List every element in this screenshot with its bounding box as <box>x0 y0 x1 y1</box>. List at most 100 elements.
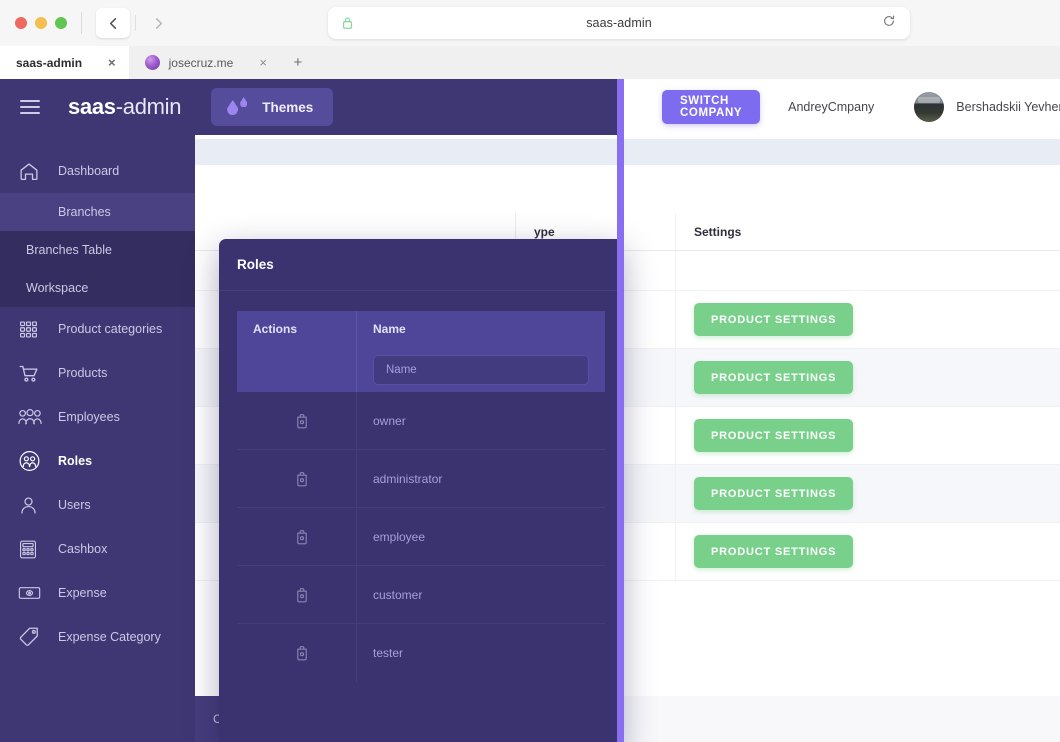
sidebar-item-label: Expense <box>58 586 107 600</box>
overlay-table-row[interactable]: customer <box>237 566 605 624</box>
overlay-table-row[interactable]: administrator <box>237 450 605 508</box>
sidebar-item-expense-category[interactable]: Expense Category <box>0 615 195 659</box>
app-logo[interactable]: saas-admin <box>68 94 182 120</box>
brand-light: -admin <box>115 94 182 119</box>
user-name[interactable]: Bershadskii Yevhenii <box>956 100 1060 114</box>
hamburger-menu-icon[interactable] <box>20 100 40 114</box>
overlay-cell-name: tester <box>357 624 605 682</box>
tab-label: saas-admin <box>16 55 83 70</box>
sidebar-item-label: Expense Category <box>58 630 161 644</box>
row-cell-settings: PRODUCT SETTINGS <box>675 523 1060 580</box>
filter-cell-settings <box>675 251 1060 290</box>
address-bar[interactable]: saas-admin <box>328 7 910 39</box>
close-window-button[interactable] <box>15 17 27 29</box>
product-settings-button[interactable]: PRODUCT SETTINGS <box>694 303 854 336</box>
row-cell-settings: PRODUCT SETTINGS <box>675 407 1060 464</box>
new-tab-button[interactable]: + <box>280 46 316 79</box>
breadcrumb <box>195 139 1060 165</box>
home-icon <box>18 159 46 183</box>
sidebar-item-products[interactable]: Products <box>0 351 195 395</box>
overlay-filter-actions <box>237 347 357 392</box>
maximize-window-button[interactable] <box>55 17 67 29</box>
trash-icon[interactable] <box>295 645 309 661</box>
overlay-cell-actions <box>237 450 357 507</box>
themes-button[interactable]: Themes <box>211 88 334 126</box>
overlay-table-row[interactable]: employee <box>237 508 605 566</box>
toolbar-divider <box>81 12 82 34</box>
overlay-filter-row: Name <box>237 347 605 392</box>
app-header: saas-admin Themes SWITCH COMPANY AndreyC… <box>0 79 1060 135</box>
sidebar-item-dashboard[interactable]: Dashboard <box>0 149 195 193</box>
nav-divider <box>135 15 136 31</box>
role-name: tester <box>373 646 404 660</box>
sidebar-item-label: Product categories <box>58 322 163 336</box>
sidebar-item-product-categories[interactable]: Product categories <box>0 307 195 351</box>
sidebar-item-branches[interactable]: Branches <box>0 193 195 231</box>
browser-tab-josecruz[interactable]: josecruz.me × <box>129 46 280 79</box>
sidebar-item-cashbox[interactable]: Cashbox <box>0 527 195 571</box>
sidebar-item-label: Dashboard <box>58 164 120 178</box>
sidebar-item-label: Cashbox <box>58 542 108 556</box>
cart-icon <box>18 361 46 385</box>
sidebar-item-expense[interactable]: Expense <box>0 571 195 615</box>
product-settings-button[interactable]: PRODUCT SETTINGS <box>694 477 854 510</box>
company-name[interactable]: AndreyCmpany <box>788 100 874 114</box>
app-header-left: saas-admin Themes <box>0 79 624 135</box>
sidebar-submenu-branches: Branches Table Workspace <box>0 231 195 307</box>
banknote-icon <box>18 581 46 605</box>
overlay-cell-name: employee <box>357 508 605 565</box>
row-cell-settings: PRODUCT SETTINGS <box>675 349 1060 406</box>
forward-arrow-icon[interactable] <box>141 8 175 38</box>
brand-bold: saas <box>68 94 116 119</box>
trash-icon[interactable] <box>295 587 309 603</box>
row-cell-settings: PRODUCT SETTINGS <box>675 291 1060 348</box>
sidebar-item-label: Roles <box>58 454 93 468</box>
tab-strip: saas-admin × josecruz.me × + <box>0 46 1060 79</box>
overlay-header-row: Actions Name <box>237 311 605 347</box>
product-settings-button[interactable]: PRODUCT SETTINGS <box>694 419 854 452</box>
sidebar-item-employees[interactable]: Employees <box>0 395 195 439</box>
water-drops-icon <box>227 97 249 117</box>
product-settings-button[interactable]: PRODUCT SETTINGS <box>694 535 854 568</box>
switch-company-button[interactable]: SWITCH COMPANY <box>662 90 761 124</box>
sidebar-item-branches-table[interactable]: Branches Table <box>0 231 195 269</box>
sidebar-item-workspace[interactable]: Workspace <box>0 269 195 307</box>
close-icon[interactable]: × <box>259 55 267 70</box>
trash-icon[interactable] <box>295 413 309 429</box>
overlay-table: Actions Name Name owner administrator em… <box>219 291 623 682</box>
overlay-table-row[interactable]: owner <box>237 392 605 450</box>
browser-tab-saas-admin[interactable]: saas-admin × <box>0 46 129 79</box>
trash-icon[interactable] <box>295 471 309 487</box>
sidebar-item-label: Branches Table <box>26 243 112 257</box>
product-settings-button[interactable]: PRODUCT SETTINGS <box>694 361 854 394</box>
role-name: employee <box>373 529 426 544</box>
browser-toolbar: saas-admin <box>0 0 1060 46</box>
tag-icon <box>18 625 46 649</box>
trash-icon[interactable] <box>295 529 309 545</box>
tab-label: josecruz.me <box>168 55 234 70</box>
overlay-title: Roles <box>219 239 623 291</box>
header-cell-settings[interactable]: Settings <box>675 213 1060 250</box>
sidebar-item-users[interactable]: Users <box>0 483 195 527</box>
close-icon[interactable]: × <box>108 55 116 70</box>
row-cell-settings: PRODUCT SETTINGS <box>675 465 1060 522</box>
sidebar-item-label: Products <box>58 366 108 380</box>
overlay-header-actions[interactable]: Actions <box>237 311 357 347</box>
favicon-icon <box>144 55 160 70</box>
overlay-table-row[interactable]: tester <box>237 624 605 682</box>
minimize-window-button[interactable] <box>35 17 47 29</box>
overlay-cell-name: administrator <box>357 450 605 507</box>
overlay-cell-actions <box>237 508 357 565</box>
sidebar-item-label: Users <box>58 498 91 512</box>
avatar[interactable] <box>914 92 945 122</box>
grid-icon <box>18 317 46 341</box>
overlay-cell-name: owner <box>357 392 605 449</box>
back-arrow-icon[interactable] <box>96 8 130 38</box>
sidebar-item-roles[interactable]: Roles <box>0 439 195 483</box>
name-filter-input[interactable]: Name <box>373 354 589 385</box>
overlay-header-name[interactable]: Name <box>357 311 605 347</box>
calculator-icon <box>18 537 46 561</box>
role-name: administrator <box>373 471 443 486</box>
sidebar-item-label: Employees <box>58 410 120 424</box>
overlay-cell-name: customer <box>357 566 605 623</box>
